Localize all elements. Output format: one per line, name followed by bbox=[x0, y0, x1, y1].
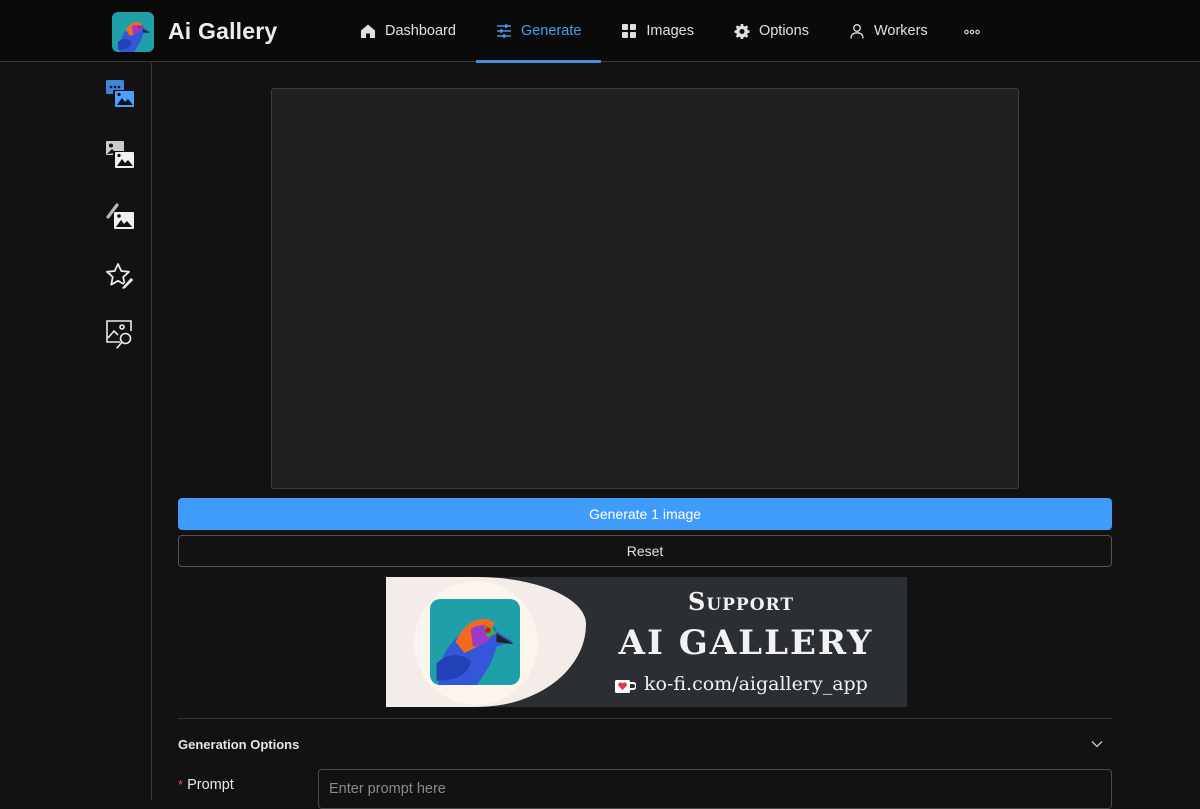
required-marker: * bbox=[178, 777, 184, 792]
image-preview-area bbox=[271, 88, 1019, 489]
sidebar-item-style-edit[interactable] bbox=[102, 261, 138, 295]
sidebar-item-image-search[interactable] bbox=[102, 319, 138, 353]
app-logo[interactable] bbox=[112, 12, 154, 52]
star-edit-icon bbox=[104, 261, 136, 296]
generate-panel: Generate 1 image Reset Support AI GALLER… bbox=[152, 63, 1200, 809]
sidebar-item-text-to-image[interactable] bbox=[102, 79, 138, 113]
text-to-image-icon bbox=[104, 79, 136, 114]
banner-link-text: ko-fi.com/aigallery_app bbox=[644, 673, 868, 695]
nav-tab-workers[interactable]: Workers bbox=[829, 0, 948, 62]
main-nav: Dashboard Generate Images Options Worker… bbox=[340, 0, 996, 63]
reset-button[interactable]: Reset bbox=[178, 535, 1112, 567]
image-to-image-icon bbox=[104, 140, 136, 175]
nav-tab-generate[interactable]: Generate bbox=[475, 0, 602, 63]
chevron-down-icon bbox=[1091, 735, 1103, 753]
home-icon bbox=[360, 23, 376, 39]
grid-icon bbox=[621, 23, 637, 39]
top-header: Ai Gallery Dashboard Generate Images Opt… bbox=[0, 0, 1200, 63]
banner-bird-logo bbox=[430, 599, 520, 685]
sidebar-item-inpaint[interactable] bbox=[102, 201, 138, 235]
nav-tab-images[interactable]: Images bbox=[601, 0, 714, 62]
nav-more-button[interactable] bbox=[948, 0, 996, 62]
sliders-icon bbox=[496, 23, 512, 39]
nav-tab-label: Options bbox=[758, 23, 809, 39]
prompt-input[interactable] bbox=[318, 769, 1112, 809]
sidebar-item-image-to-image[interactable] bbox=[102, 140, 138, 174]
user-icon bbox=[849, 23, 865, 39]
nav-tab-label: Images bbox=[646, 23, 694, 39]
kofi-support-banner[interactable]: Support AI GALLERY ko-fi.com/aigallery_a… bbox=[386, 577, 907, 707]
generation-options-toggle[interactable] bbox=[1087, 734, 1107, 754]
nav-tab-label: Dashboard bbox=[385, 23, 456, 39]
banner-title-text: AI GALLERY bbox=[618, 623, 874, 663]
nav-tab-label: Workers bbox=[873, 23, 928, 39]
generation-options-title: Generation Options bbox=[178, 737, 300, 752]
nav-tab-dashboard[interactable]: Dashboard bbox=[340, 0, 476, 62]
tool-sidebar bbox=[0, 63, 152, 800]
image-search-icon bbox=[104, 318, 136, 355]
banner-support-text: Support bbox=[687, 587, 794, 616]
app-title: Ai Gallery bbox=[168, 18, 278, 44]
section-divider bbox=[178, 718, 1112, 719]
coffee-cup-icon bbox=[614, 677, 637, 693]
gear-icon bbox=[734, 23, 750, 39]
banner-kofi-link: ko-fi.com/aigallery_app bbox=[614, 673, 868, 695]
ellipsis-icon bbox=[963, 23, 980, 39]
inpaint-icon bbox=[104, 201, 136, 236]
prompt-label-text: Prompt bbox=[187, 777, 234, 793]
nav-tab-label: Generate bbox=[520, 23, 582, 39]
prompt-label: * Prompt bbox=[178, 777, 234, 793]
nav-tab-options[interactable]: Options bbox=[714, 0, 829, 62]
generate-button[interactable]: Generate 1 image bbox=[178, 498, 1112, 530]
